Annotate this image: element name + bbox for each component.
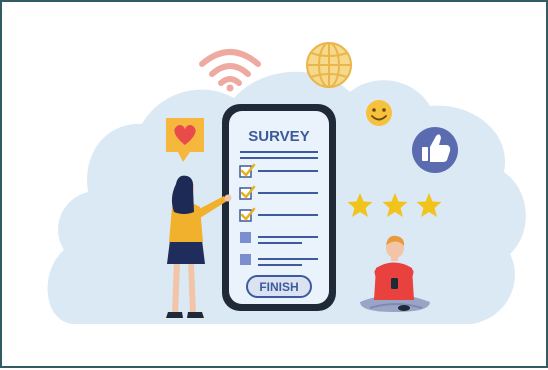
survey-title: SURVEY (248, 128, 309, 145)
image-frame: SURVEY FINISH (0, 0, 548, 368)
smiley-icon (366, 100, 392, 126)
checkbox-icon (240, 254, 251, 265)
checkbox-icon (240, 232, 251, 243)
survey-illustration: SURVEY FINISH (47, 42, 526, 324)
finish-button[interactable]: FINISH (246, 275, 312, 298)
finish-button-label: FINISH (259, 280, 298, 294)
thumbs-up-icon (412, 127, 458, 173)
globe-icon (306, 42, 352, 88)
